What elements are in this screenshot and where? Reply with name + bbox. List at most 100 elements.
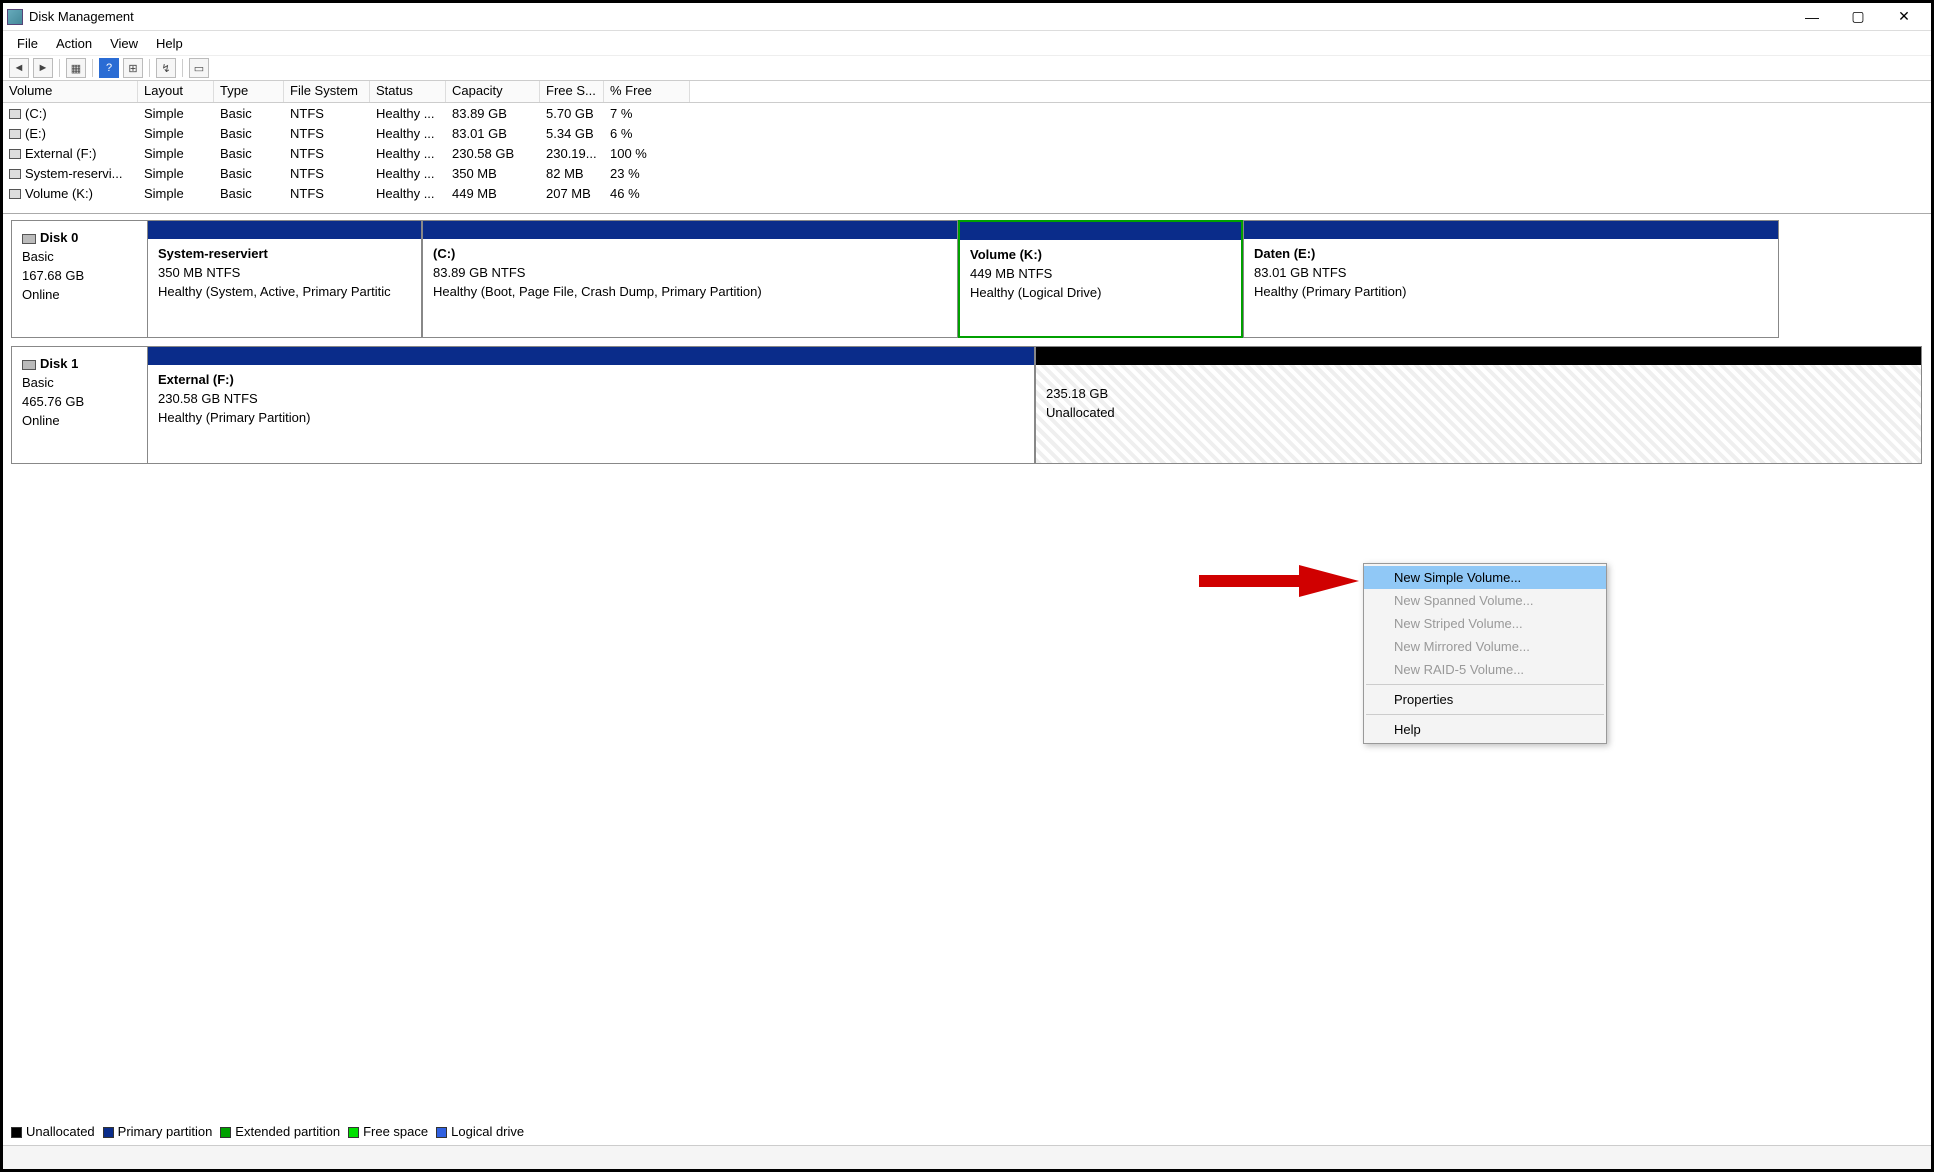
volume-row[interactable]: System-reservi...SimpleBasicNTFSHealthy … (3, 163, 1931, 183)
partition-sub: 83.01 GB NTFS (1254, 264, 1768, 283)
volume-fs: NTFS (284, 146, 370, 161)
partition-sub: 350 MB NTFS (158, 264, 411, 283)
partition[interactable]: Volume (K:)449 MB NTFSHealthy (Logical D… (958, 220, 1243, 338)
titlebar: Disk Management — ▢ ✕ (3, 3, 1931, 31)
disk-name-label: Disk 0 (40, 230, 78, 245)
volume-type: Basic (214, 186, 284, 201)
partition-title: (C:) (433, 245, 947, 264)
close-button[interactable]: ✕ (1881, 3, 1927, 31)
partition-health: Healthy (System, Active, Primary Partiti… (158, 283, 411, 302)
minimize-button[interactable]: — (1789, 3, 1835, 31)
volume-row[interactable]: (E:)SimpleBasicNTFSHealthy ...83.01 GB5.… (3, 123, 1931, 143)
partition-sub: 449 MB NTFS (970, 265, 1231, 284)
help-button[interactable]: ? (99, 58, 119, 78)
partition-health: Healthy (Boot, Page File, Crash Dump, Pr… (433, 283, 947, 302)
volume-name: (C:) (25, 106, 47, 121)
disk-state: Online (22, 412, 137, 431)
settings-button[interactable]: ▭ (189, 58, 209, 78)
volume-name: System-reservi... (25, 166, 123, 181)
partition-unallocated[interactable]: 235.18 GBUnallocated (1035, 346, 1922, 464)
disk-icon (22, 234, 36, 244)
partition-color-bar (423, 221, 957, 239)
volume-pct: 100 % (604, 146, 690, 161)
partition[interactable]: External (F:)230.58 GB NTFSHealthy (Prim… (147, 346, 1035, 464)
menu-action[interactable]: Action (48, 34, 100, 53)
volume-type: Basic (214, 126, 284, 141)
partition[interactable]: (C:)83.89 GB NTFSHealthy (Boot, Page Fil… (422, 220, 958, 338)
context-menu-separator (1366, 684, 1604, 685)
show-hide-tree-button[interactable]: ▦ (66, 58, 86, 78)
legend-unallocated-label: Unallocated (26, 1124, 95, 1139)
properties-button[interactable]: ⊞ (123, 58, 143, 78)
partition-title: System-reserviert (158, 245, 411, 264)
volume-pct: 6 % (604, 126, 690, 141)
volume-status: Healthy ... (370, 106, 446, 121)
volume-free: 230.19... (540, 146, 604, 161)
volume-layout: Simple (138, 126, 214, 141)
col-status[interactable]: Status (370, 81, 446, 102)
toolbar: ◄ ► ▦ ? ⊞ ↯ ▭ (3, 55, 1931, 81)
volume-capacity: 449 MB (446, 186, 540, 201)
col-filesystem[interactable]: File System (284, 81, 370, 102)
col-freespace[interactable]: Free S... (540, 81, 604, 102)
menu-file[interactable]: File (9, 34, 46, 53)
drive-icon (9, 189, 21, 199)
partition-health: Healthy (Primary Partition) (1254, 283, 1768, 302)
partition[interactable]: System-reserviert350 MB NTFSHealthy (Sys… (147, 220, 422, 338)
partition-title: Volume (K:) (970, 246, 1231, 265)
volume-fs: NTFS (284, 126, 370, 141)
disk-type: Basic (22, 374, 137, 393)
volume-name: Volume (K:) (25, 186, 93, 201)
disk-row: Disk 0Basic167.68 GBOnlineSystem-reservi… (11, 220, 1923, 338)
volume-capacity: 350 MB (446, 166, 540, 181)
volume-row[interactable]: Volume (K:)SimpleBasicNTFSHealthy ...449… (3, 183, 1931, 203)
disk-info[interactable]: Disk 1Basic465.76 GBOnline (11, 346, 147, 464)
legend-logical-swatch (436, 1127, 447, 1138)
maximize-button[interactable]: ▢ (1835, 3, 1881, 31)
col-volume[interactable]: Volume (3, 81, 138, 102)
back-button[interactable]: ◄ (9, 58, 29, 78)
col-capacity[interactable]: Capacity (446, 81, 540, 102)
context-menu: New Simple Volume...New Spanned Volume..… (1363, 563, 1607, 744)
volume-type: Basic (214, 146, 284, 161)
drive-icon (9, 129, 21, 139)
volume-capacity: 230.58 GB (446, 146, 540, 161)
volume-row[interactable]: (C:)SimpleBasicNTFSHealthy ...83.89 GB5.… (3, 103, 1931, 123)
partition-sub: 235.18 GB (1046, 385, 1911, 404)
partition-color-bar (960, 222, 1241, 240)
volume-fs: NTFS (284, 106, 370, 121)
partition-title: Daten (E:) (1254, 245, 1768, 264)
context-menu-item: New Spanned Volume... (1364, 589, 1606, 612)
col-layout[interactable]: Layout (138, 81, 214, 102)
context-menu-item[interactable]: Help (1364, 718, 1606, 741)
drive-icon (9, 149, 21, 159)
menu-help[interactable]: Help (148, 34, 191, 53)
volume-fs: NTFS (284, 186, 370, 201)
graphical-pane: Disk 0Basic167.68 GBOnlineSystem-reservi… (3, 214, 1931, 478)
disk-info[interactable]: Disk 0Basic167.68 GBOnline (11, 220, 147, 338)
partition-health: Healthy (Primary Partition) (158, 409, 1024, 428)
volume-pct: 7 % (604, 106, 690, 121)
legend-logical-label: Logical drive (451, 1124, 524, 1139)
col-type[interactable]: Type (214, 81, 284, 102)
status-bar (3, 1145, 1931, 1169)
volume-list: Volume Layout Type File System Status Ca… (3, 81, 1931, 214)
partition-health: Unallocated (1046, 404, 1911, 423)
col-pctfree[interactable]: % Free (604, 81, 690, 102)
window-title: Disk Management (29, 9, 134, 24)
context-menu-item[interactable]: New Simple Volume... (1364, 566, 1606, 589)
drive-icon (9, 169, 21, 179)
volume-free: 5.70 GB (540, 106, 604, 121)
volume-status: Healthy ... (370, 146, 446, 161)
menu-view[interactable]: View (102, 34, 146, 53)
legend: Unallocated Primary partition Extended p… (11, 1124, 524, 1139)
partition[interactable]: Daten (E:)83.01 GB NTFSHealthy (Primary … (1243, 220, 1779, 338)
volume-row[interactable]: External (F:)SimpleBasicNTFSHealthy ...2… (3, 143, 1931, 163)
forward-button[interactable]: ► (33, 58, 53, 78)
context-menu-item[interactable]: Properties (1364, 688, 1606, 711)
volume-type: Basic (214, 106, 284, 121)
menubar: File Action View Help (3, 31, 1931, 55)
disk-type: Basic (22, 248, 137, 267)
volume-list-header: Volume Layout Type File System Status Ca… (3, 81, 1931, 103)
refresh-button[interactable]: ↯ (156, 58, 176, 78)
